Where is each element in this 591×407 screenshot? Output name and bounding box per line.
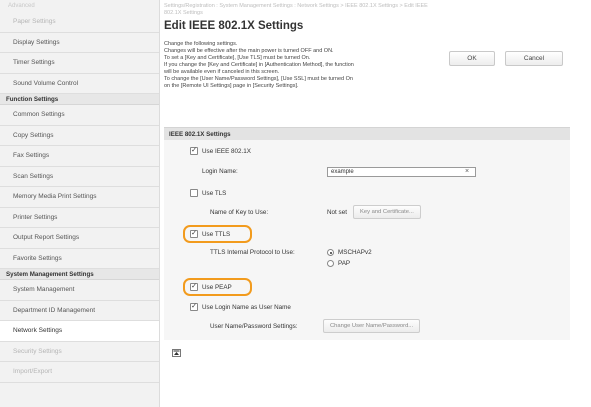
sidebar-item-sound-volume-control[interactable]: Sound Volume Control bbox=[0, 73, 159, 94]
sidebar-item-scan-settings[interactable]: Scan Settings bbox=[0, 166, 159, 187]
key-name-label: Name of Key to Use: bbox=[210, 209, 269, 216]
use-peap-label: Use PEAP bbox=[202, 284, 232, 291]
sidebar-item-import-export[interactable]: Import/Export bbox=[0, 362, 159, 383]
panel-header: IEEE 802.1X Settings bbox=[164, 128, 570, 140]
sidebar-group-c: System Management Department ID Manageme… bbox=[0, 280, 159, 383]
pap-radio[interactable] bbox=[327, 260, 334, 267]
sidebar-item-memory-media-print-settings[interactable]: Memory Media Print Settings bbox=[0, 187, 159, 208]
mschapv2-radio[interactable] bbox=[327, 249, 334, 256]
sidebar-item-security-settings[interactable]: Security Settings bbox=[0, 341, 159, 362]
ttls-protocol-label: TTLS Internal Protocol to Use: bbox=[210, 249, 295, 256]
sidebar-top-cut-label: Advanced bbox=[8, 3, 35, 9]
mschapv2-label: MSCHAPv2 bbox=[338, 249, 372, 256]
use-ieee-8021x-checkbox[interactable]: ✓ bbox=[190, 147, 198, 155]
use-ttls-label: Use TTLS bbox=[202, 231, 231, 238]
sidebar-item-system-management[interactable]: System Management bbox=[0, 280, 159, 301]
use-ieee-8021x-label: Use IEEE 802.1X bbox=[202, 148, 252, 155]
sidebar-item-department-id-management[interactable]: Department ID Management bbox=[0, 300, 159, 321]
use-login-as-user-checkbox[interactable]: ✓ bbox=[190, 303, 198, 311]
sidebar-item-paper-settings[interactable]: Paper Settings bbox=[0, 12, 159, 33]
key-name-value: Not set bbox=[327, 209, 347, 216]
ok-button[interactable]: OK bbox=[449, 51, 495, 66]
use-ttls-checkbox[interactable]: ✓ bbox=[190, 230, 198, 238]
sidebar-item-output-report-settings[interactable]: Output Report Settings bbox=[0, 228, 159, 249]
intro-line: on the [Remote UI Settings] page in [Sec… bbox=[164, 83, 299, 89]
pap-label: PAP bbox=[338, 260, 351, 267]
use-tls-label: Use TLS bbox=[202, 190, 227, 197]
use-peap-checkbox[interactable]: ✓ bbox=[190, 283, 198, 291]
settings-sidebar: Advanced Paper Settings Display Settings… bbox=[0, 0, 160, 407]
page-title: Edit IEEE 802.1X Settings bbox=[164, 20, 304, 32]
sidebar-section-function-settings: Function Settings bbox=[0, 94, 159, 105]
sidebar-item-network-settings[interactable]: Network Settings bbox=[0, 321, 159, 342]
sidebar-section-system-management-settings: System Management Settings bbox=[0, 269, 159, 280]
sidebar-group-a: Paper Settings Display Settings Timer Se… bbox=[0, 12, 159, 94]
sidebar-group-b: Common Settings Copy Settings Fax Settin… bbox=[0, 105, 159, 269]
intro-line: To set a [Key and Certificate], [Use TLS… bbox=[164, 55, 311, 61]
main-content: Settings/Registration : System Managemen… bbox=[160, 0, 591, 407]
sidebar-item-timer-settings[interactable]: Timer Settings bbox=[0, 53, 159, 74]
sidebar-item-copy-settings[interactable]: Copy Settings bbox=[0, 125, 159, 146]
breadcrumb: Settings/Registration : System Managemen… bbox=[164, 3, 444, 17]
use-tls-checkbox[interactable] bbox=[190, 189, 198, 197]
key-and-certificate-button[interactable]: Key and Certificate... bbox=[353, 205, 421, 219]
intro-line: If you change the [Key and Certificate] … bbox=[164, 62, 354, 68]
breadcrumb-line-1: Settings/Registration : System Managemen… bbox=[164, 3, 428, 9]
cancel-button[interactable]: Cancel bbox=[505, 51, 563, 66]
sidebar-item-favorite-settings[interactable]: Favorite Settings bbox=[0, 248, 159, 269]
intro-line: will be available even if canceled in th… bbox=[164, 69, 280, 75]
change-user-password-button[interactable]: Change User Name/Password... bbox=[323, 319, 421, 333]
sidebar-item-common-settings[interactable]: Common Settings bbox=[0, 105, 159, 126]
intro-line: To change the [User Name/Password Settin… bbox=[164, 76, 353, 82]
login-name-input[interactable] bbox=[327, 167, 476, 177]
ieee-8021x-settings-panel: IEEE 802.1X Settings ✓ Use IEEE 802.1X L… bbox=[164, 127, 570, 340]
breadcrumb-line-2: 802.1X Settings bbox=[164, 10, 203, 16]
intro-line: Change the following settings. bbox=[164, 41, 238, 47]
clear-input-icon[interactable]: × bbox=[465, 167, 469, 177]
intro-line: Changes will be effective after the main… bbox=[164, 48, 334, 54]
user-password-settings-label: User Name/Password Settings: bbox=[210, 323, 298, 330]
sidebar-item-fax-settings[interactable]: Fax Settings bbox=[0, 146, 159, 167]
login-name-label: Login Name: bbox=[202, 168, 238, 175]
back-to-top-icon[interactable] bbox=[172, 349, 181, 357]
sidebar-item-printer-settings[interactable]: Printer Settings bbox=[0, 207, 159, 228]
sidebar-item-display-settings[interactable]: Display Settings bbox=[0, 32, 159, 53]
intro-text: Change the following settings. Changes w… bbox=[164, 41, 432, 90]
use-login-as-user-label: Use Login Name as User Name bbox=[202, 304, 291, 311]
